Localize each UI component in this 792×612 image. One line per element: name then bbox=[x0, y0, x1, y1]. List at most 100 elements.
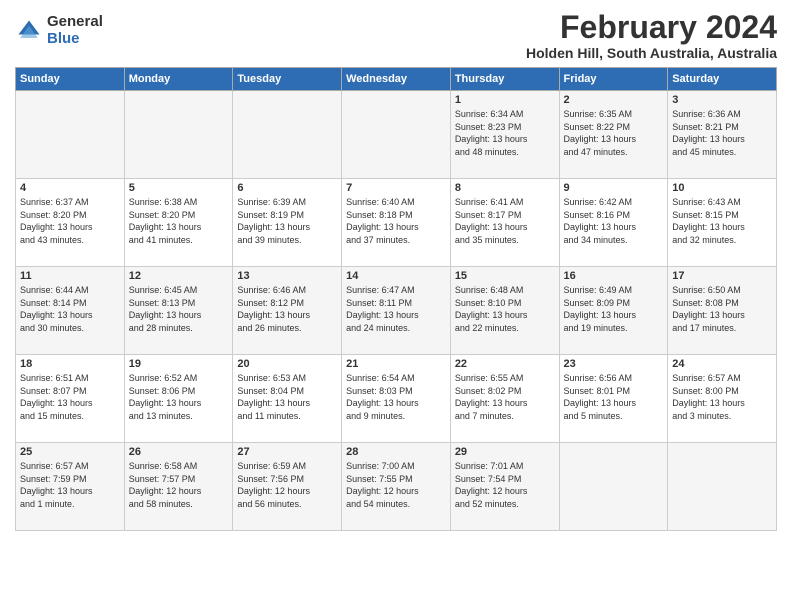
logo-icon bbox=[15, 17, 43, 45]
week-row-4: 25 Sunrise: 6:57 AM Sunset: 7:59 PM Dayli… bbox=[16, 443, 777, 531]
day-number: 13 bbox=[237, 270, 337, 282]
day-number: 24 bbox=[672, 358, 772, 370]
col-header-saturday: Saturday bbox=[668, 68, 777, 91]
day-cell: 6Sunrise: 6:39 AM Sunset: 8:19 PM Daylig… bbox=[233, 179, 342, 267]
week-row-3: 18 Sunrise: 6:51 AM Sunset: 8:07 PM Dayli… bbox=[16, 355, 777, 443]
week-row-0: 1 Sunrise: 6:34 AM Sunset: 8:23 PM Daylig… bbox=[16, 91, 777, 179]
day-number: 29 bbox=[455, 446, 555, 458]
day-number: 4 bbox=[20, 182, 120, 194]
day-cell: 13 Sunrise: 6:46 AM Sunset: 8:12 PM Dayli… bbox=[233, 267, 342, 355]
day-info: Sunrise: 6:45 AM Sunset: 8:13 PM Dayligh… bbox=[129, 284, 229, 334]
day-cell: 2 Sunrise: 6:35 AM Sunset: 8:22 PM Daylig… bbox=[559, 91, 668, 179]
day-cell bbox=[124, 91, 233, 179]
day-number: 10 bbox=[672, 182, 772, 194]
day-info: Sunrise: 6:37 AM Sunset: 8:20 PM Dayligh… bbox=[20, 196, 120, 246]
day-info: Sunrise: 6:46 AM Sunset: 8:12 PM Dayligh… bbox=[237, 284, 337, 334]
header: General Blue February 2024 Holden Hill, … bbox=[15, 10, 777, 61]
day-info: Sunrise: 6:41 AM Sunset: 8:17 PM Dayligh… bbox=[455, 196, 555, 246]
day-number: 19 bbox=[129, 358, 229, 370]
day-number: 1 bbox=[455, 94, 555, 106]
day-number: 9 bbox=[564, 182, 664, 194]
day-cell: 24Sunrise: 6:57 AM Sunset: 8:00 PM Dayli… bbox=[668, 355, 777, 443]
day-cell: 4 Sunrise: 6:37 AM Sunset: 8:20 PM Daylig… bbox=[16, 179, 125, 267]
day-cell: 25 Sunrise: 6:57 AM Sunset: 7:59 PM Dayli… bbox=[16, 443, 125, 531]
col-header-sunday: Sunday bbox=[16, 68, 125, 91]
day-number: 27 bbox=[237, 446, 337, 458]
day-number: 25 bbox=[20, 446, 120, 458]
header-row: SundayMondayTuesdayWednesdayThursdayFrid… bbox=[16, 68, 777, 91]
day-cell: 21 Sunrise: 6:54 AM Sunset: 8:03 PM Dayli… bbox=[342, 355, 451, 443]
day-number: 16 bbox=[564, 270, 664, 282]
day-info: Sunrise: 6:43 AM Sunset: 8:15 PM Dayligh… bbox=[672, 196, 772, 246]
day-info: Sunrise: 6:47 AM Sunset: 8:11 PM Dayligh… bbox=[346, 284, 446, 334]
day-cell bbox=[559, 443, 668, 531]
day-number: 2 bbox=[564, 94, 664, 106]
day-info: Sunrise: 6:59 AM Sunset: 7:56 PM Dayligh… bbox=[237, 460, 337, 510]
month-title: February 2024 bbox=[526, 10, 777, 45]
day-number: 6 bbox=[237, 182, 337, 194]
day-info: Sunrise: 6:56 AM Sunset: 8:01 PM Dayligh… bbox=[564, 372, 664, 422]
day-cell: 7Sunrise: 6:40 AM Sunset: 8:18 PM Daylig… bbox=[342, 179, 451, 267]
week-row-1: 4 Sunrise: 6:37 AM Sunset: 8:20 PM Daylig… bbox=[16, 179, 777, 267]
col-header-tuesday: Tuesday bbox=[233, 68, 342, 91]
day-info: Sunrise: 6:53 AM Sunset: 8:04 PM Dayligh… bbox=[237, 372, 337, 422]
col-header-monday: Monday bbox=[124, 68, 233, 91]
day-info: Sunrise: 6:57 AM Sunset: 7:59 PM Dayligh… bbox=[20, 460, 120, 510]
day-info: Sunrise: 6:38 AM Sunset: 8:20 PM Dayligh… bbox=[129, 196, 229, 246]
day-info: Sunrise: 6:35 AM Sunset: 8:22 PM Dayligh… bbox=[564, 108, 664, 158]
day-number: 21 bbox=[346, 358, 446, 370]
day-cell bbox=[16, 91, 125, 179]
day-info: Sunrise: 6:34 AM Sunset: 8:23 PM Dayligh… bbox=[455, 108, 555, 158]
day-cell: 19Sunrise: 6:52 AM Sunset: 8:06 PM Dayli… bbox=[124, 355, 233, 443]
day-info: Sunrise: 6:44 AM Sunset: 8:14 PM Dayligh… bbox=[20, 284, 120, 334]
day-cell: 1 Sunrise: 6:34 AM Sunset: 8:23 PM Daylig… bbox=[450, 91, 559, 179]
week-row-2: 11 Sunrise: 6:44 AM Sunset: 8:14 PM Dayli… bbox=[16, 267, 777, 355]
day-number: 20 bbox=[237, 358, 337, 370]
col-header-wednesday: Wednesday bbox=[342, 68, 451, 91]
logo-text: General Blue bbox=[47, 14, 103, 47]
location: Holden Hill, South Australia, Australia bbox=[526, 45, 777, 61]
day-number: 5 bbox=[129, 182, 229, 194]
day-info: Sunrise: 6:48 AM Sunset: 8:10 PM Dayligh… bbox=[455, 284, 555, 334]
day-info: Sunrise: 7:00 AM Sunset: 7:55 PM Dayligh… bbox=[346, 460, 446, 510]
day-cell: 8 Sunrise: 6:41 AM Sunset: 8:17 PM Daylig… bbox=[450, 179, 559, 267]
day-number: 23 bbox=[564, 358, 664, 370]
page: General Blue February 2024 Holden Hill, … bbox=[0, 0, 792, 612]
day-number: 14 bbox=[346, 270, 446, 282]
day-number: 3 bbox=[672, 94, 772, 106]
day-info: Sunrise: 6:54 AM Sunset: 8:03 PM Dayligh… bbox=[346, 372, 446, 422]
day-info: Sunrise: 6:58 AM Sunset: 7:57 PM Dayligh… bbox=[129, 460, 229, 510]
day-cell: 26 Sunrise: 6:58 AM Sunset: 7:57 PM Dayli… bbox=[124, 443, 233, 531]
day-cell: 9 Sunrise: 6:42 AM Sunset: 8:16 PM Daylig… bbox=[559, 179, 668, 267]
day-info: Sunrise: 7:01 AM Sunset: 7:54 PM Dayligh… bbox=[455, 460, 555, 510]
col-header-friday: Friday bbox=[559, 68, 668, 91]
day-info: Sunrise: 6:50 AM Sunset: 8:08 PM Dayligh… bbox=[672, 284, 772, 334]
day-cell: 12 Sunrise: 6:45 AM Sunset: 8:13 PM Dayli… bbox=[124, 267, 233, 355]
day-number: 11 bbox=[20, 270, 120, 282]
day-cell: 29 Sunrise: 7:01 AM Sunset: 7:54 PM Dayli… bbox=[450, 443, 559, 531]
day-cell: 15 Sunrise: 6:48 AM Sunset: 8:10 PM Dayli… bbox=[450, 267, 559, 355]
day-number: 26 bbox=[129, 446, 229, 458]
logo-general: General bbox=[47, 14, 103, 31]
day-info: Sunrise: 6:40 AM Sunset: 8:18 PM Dayligh… bbox=[346, 196, 446, 246]
day-number: 12 bbox=[129, 270, 229, 282]
day-cell: 27 Sunrise: 6:59 AM Sunset: 7:56 PM Dayli… bbox=[233, 443, 342, 531]
day-number: 22 bbox=[455, 358, 555, 370]
day-cell: 18 Sunrise: 6:51 AM Sunset: 8:07 PM Dayli… bbox=[16, 355, 125, 443]
day-number: 17 bbox=[672, 270, 772, 282]
calendar-table: SundayMondayTuesdayWednesdayThursdayFrid… bbox=[15, 67, 777, 531]
day-info: Sunrise: 6:42 AM Sunset: 8:16 PM Dayligh… bbox=[564, 196, 664, 246]
day-cell: 28 Sunrise: 7:00 AM Sunset: 7:55 PM Dayli… bbox=[342, 443, 451, 531]
day-info: Sunrise: 6:51 AM Sunset: 8:07 PM Dayligh… bbox=[20, 372, 120, 422]
day-number: 18 bbox=[20, 358, 120, 370]
day-number: 28 bbox=[346, 446, 446, 458]
day-number: 8 bbox=[455, 182, 555, 194]
day-info: Sunrise: 6:36 AM Sunset: 8:21 PM Dayligh… bbox=[672, 108, 772, 158]
day-info: Sunrise: 6:55 AM Sunset: 8:02 PM Dayligh… bbox=[455, 372, 555, 422]
day-cell: 23 Sunrise: 6:56 AM Sunset: 8:01 PM Dayli… bbox=[559, 355, 668, 443]
day-cell: 10 Sunrise: 6:43 AM Sunset: 8:15 PM Dayli… bbox=[668, 179, 777, 267]
logo: General Blue bbox=[15, 14, 103, 47]
day-number: 15 bbox=[455, 270, 555, 282]
day-cell bbox=[233, 91, 342, 179]
day-cell: 20 Sunrise: 6:53 AM Sunset: 8:04 PM Dayli… bbox=[233, 355, 342, 443]
